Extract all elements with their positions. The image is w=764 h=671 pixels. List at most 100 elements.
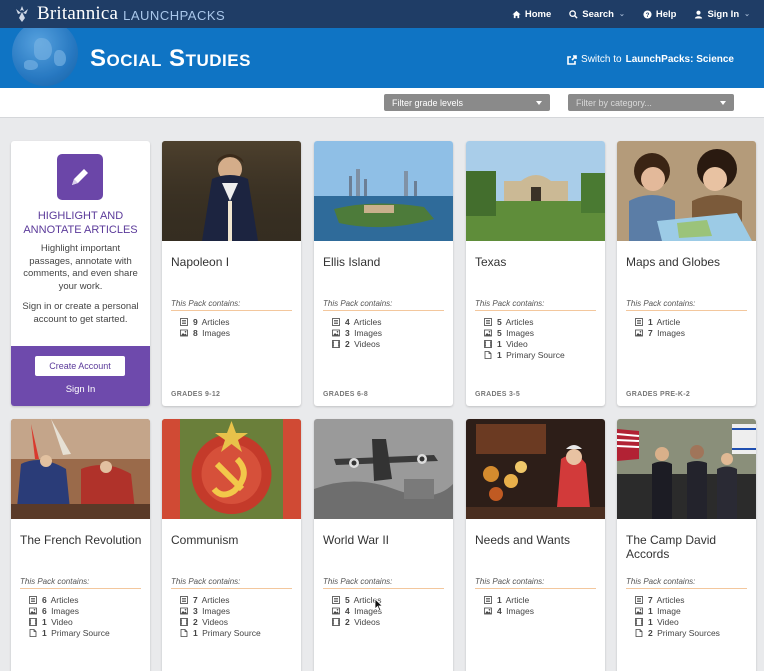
article-icon [635,317,643,326]
pack-title[interactable]: Maps and Globes [626,255,748,269]
pack-title[interactable]: Ellis Island [323,255,445,269]
article-icon [332,595,340,604]
pack-stat: 1 Article [635,316,685,327]
external-link-icon [567,54,577,65]
pack-card[interactable]: Napoleon I This Pack contains: 9 Article… [162,141,301,406]
image-icon [484,329,492,336]
switch-link-target: LaunchPacks: Science [625,54,734,65]
globe-icon [12,28,78,86]
stat-count: 1 [648,316,653,327]
pack-thumbnail[interactable] [11,419,150,519]
stat-label: Video [506,338,528,349]
divider [626,310,747,311]
pack-title[interactable]: The French Revolution [20,533,142,547]
pack-stat: 2 Videos [180,616,261,627]
pack-title[interactable]: Communism [171,533,293,547]
image-icon [484,607,492,614]
pack-thumbnail[interactable] [466,141,605,241]
pack-thumbnail[interactable] [617,141,756,241]
stat-label: Articles [201,594,230,605]
category-filter[interactable]: Filter by category... [568,94,734,111]
pencil-icon [57,154,103,200]
pack-thumbnail[interactable] [314,419,453,519]
pack-stat: 1 Video [635,616,720,627]
nav-help[interactable]: ? Help [643,9,676,20]
switch-to-science-link[interactable]: Switch to LaunchPacks: Science [567,54,734,65]
search-icon [569,9,578,19]
pack-stat: 1 Primary Source [180,627,261,638]
pack-card[interactable]: Texas This Pack contains: 5 Articles 5 Im… [466,141,605,406]
video-icon [29,617,37,626]
video-icon [484,339,492,348]
revolution-painting-image [11,419,150,519]
pack-thumbnail[interactable] [617,419,756,519]
promo-description: Highlight important passages, annotate w… [23,243,138,292]
britannica-logo[interactable]: Britannica LAUNCHPACKS [12,3,225,25]
brand-subname: LAUNCHPACKS [123,8,226,23]
pack-card[interactable]: Ellis Island This Pack contains: 4 Artic… [314,141,453,406]
pack-stat: 6 Articles [29,594,110,605]
pack-stats: 1 Article 7 Images [635,316,685,338]
video-icon [635,617,643,626]
user-icon [695,10,703,19]
pack-title[interactable]: The Camp David Accords [626,533,748,561]
stat-label: Video [657,616,679,627]
create-account-button[interactable]: Create Account [35,356,125,376]
stat-label: Images [202,327,230,338]
stat-count: 7 [648,327,653,338]
pack-stats: 7 Articles 3 Images 2 Videos 1 Primary Sour… [180,594,261,638]
nav-home[interactable]: Home [512,9,551,20]
stat-label: Images [354,327,382,338]
promo-heading: Highlight and Annotate Articles [23,210,138,236]
nav-sign-in[interactable]: Sign In ⌄ [694,9,750,20]
article-icon [484,317,492,326]
pack-stat: 1 Image [635,605,720,616]
stat-count: 1 [42,616,47,627]
pack-card[interactable]: The French Revolution This Pack contains… [11,419,150,671]
document-icon [484,350,492,359]
article-icon [180,317,188,326]
nav-search[interactable]: Search ⌄ [569,9,625,20]
pack-card[interactable]: World War II This Pack contains: 5 Artic… [314,419,453,671]
pack-title[interactable]: Needs and Wants [475,533,597,547]
nav-search-label: Search [582,8,614,20]
pack-thumbnail[interactable] [162,419,301,519]
pack-contains-label: This Pack contains: [171,299,241,308]
divider [171,310,292,311]
pack-title[interactable]: World War II [323,533,445,547]
grade-level-filter[interactable]: Filter grade levels [384,94,550,111]
stat-label: Articles [353,316,382,327]
pack-card[interactable]: Communism This Pack contains: 7 Articles… [162,419,301,671]
sign-in-link[interactable]: Sign In [11,384,150,395]
stat-count: 6 [42,605,47,616]
document-icon [635,628,643,637]
stat-label: Image [657,605,681,616]
pack-title[interactable]: Napoleon I [171,255,293,269]
stat-count: 1 [497,594,502,605]
divider [323,588,444,589]
grade-level-label: GRADES 9-12 [171,391,221,398]
stat-count: 2 [345,616,350,627]
pack-stat: 7 Images [635,327,685,338]
pack-stat: 5 Articles [484,316,565,327]
pack-title[interactable]: Texas [475,255,597,269]
article-icon [484,595,492,604]
pack-thumbnail[interactable] [466,419,605,519]
pack-stat: 1 Primary Source [29,627,110,638]
stat-label: Primary Source [51,627,110,638]
pack-stat: 2 Videos [332,616,382,627]
pack-card[interactable]: Needs and Wants This Pack contains: 1 Ar… [466,419,605,671]
ellis-island-aerial-image [314,141,453,241]
home-icon [512,10,521,18]
market-stall-image [466,419,605,519]
dropdown-arrow-icon [720,100,726,105]
switch-link-prefix: Switch to [581,54,622,65]
pack-thumbnail[interactable] [314,141,453,241]
video-icon [180,617,188,626]
pack-thumbnail[interactable] [162,141,301,241]
chevron-down-icon: ⌄ [618,11,625,18]
pack-card[interactable]: The Camp David Accords This Pack contain… [617,419,756,671]
pack-card[interactable]: Maps and Globes This Pack contains: 1 Ar… [617,141,756,406]
stat-label: Primary Source [506,349,565,360]
stat-label: Video [51,616,73,627]
